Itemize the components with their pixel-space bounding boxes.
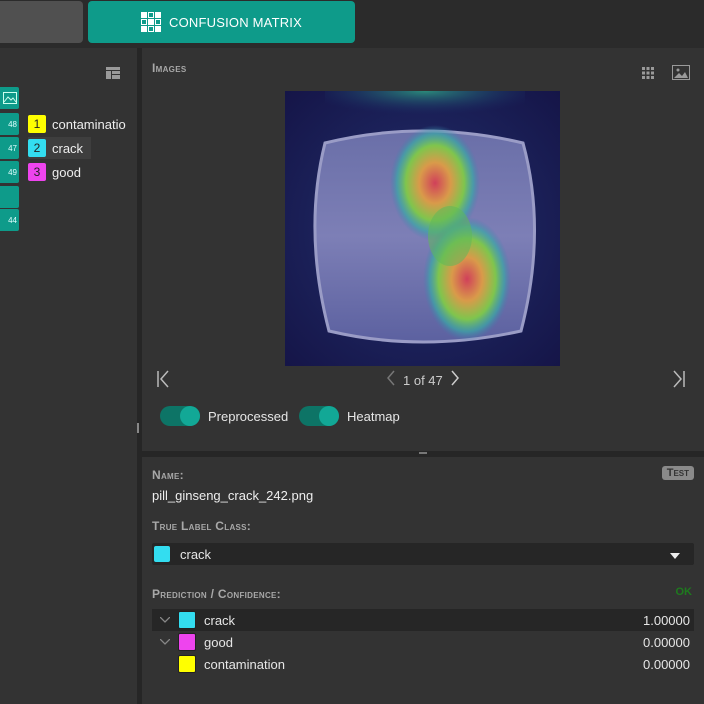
heatmap-label: Heatmap — [347, 408, 400, 424]
heatmap-image — [285, 91, 560, 366]
tile-button-4[interactable] — [0, 186, 19, 208]
grid-icon — [141, 12, 162, 32]
preprocessed-label: Preprocessed — [208, 408, 289, 424]
prediction-title: Prediction / Confidence: — [152, 587, 281, 601]
tile-count: 44 — [8, 215, 17, 225]
prediction-value: 1.00000 — [643, 612, 690, 628]
true-label-select[interactable]: crack — [152, 543, 694, 565]
images-panel: Images 1 of 47 Preprocessed Heatmap — [142, 48, 704, 451]
tile-button-5[interactable]: 44 — [0, 209, 19, 231]
tile-count: 48 — [8, 119, 17, 129]
prediction-swatch — [178, 633, 196, 651]
label-index-badge: 2 — [28, 139, 46, 157]
prediction-row-contamination[interactable]: contamination 0.00000 — [152, 653, 694, 675]
true-label-value: crack — [180, 546, 212, 562]
name-title: Name: — [152, 468, 184, 482]
images-title: Images — [152, 61, 187, 75]
true-label-swatch — [154, 546, 170, 562]
label-index-badge: 1 — [28, 115, 46, 133]
prediction-value: 0.00000 — [643, 634, 690, 650]
label-name: crack — [52, 140, 84, 156]
tile-image-icon[interactable] — [0, 87, 19, 109]
chevron-down-icon[interactable] — [152, 614, 178, 626]
prediction-label: crack — [204, 612, 236, 628]
preprocessed-toggle-group: Preprocessed — [160, 406, 288, 426]
tab-confusion-matrix-label: CONFUSION MATRIX — [169, 14, 302, 30]
prediction-row-good[interactable]: good 0.00000 — [152, 631, 694, 653]
prev-page-icon[interactable] — [386, 370, 396, 389]
heatmap-toggle-group: Heatmap — [299, 406, 400, 426]
top-bar: CONFUSION MATRIX — [0, 0, 704, 48]
file-name: pill_ginseng_crack_242.png — [152, 488, 314, 503]
tab-previous[interactable] — [0, 1, 83, 43]
true-label-title: True Label Class: — [152, 519, 252, 533]
heatmap-toggle[interactable] — [299, 406, 339, 426]
prediction-status: OK — [675, 586, 693, 598]
chevron-down-icon — [670, 547, 680, 562]
layout-icon[interactable] — [106, 67, 120, 82]
label-item-good[interactable]: 3 good — [28, 161, 81, 183]
splitter-handle-icon[interactable] — [419, 452, 427, 454]
prediction-row-crack[interactable]: crack 1.00000 — [152, 609, 694, 631]
tile-count: 47 — [8, 143, 17, 153]
label-name: good — [52, 164, 81, 180]
info-panel: Name: Test pill_ginseng_crack_242.png Tr… — [142, 457, 704, 704]
divider-handle-icon[interactable] — [137, 423, 139, 433]
prediction-label: contamination — [204, 656, 285, 672]
image-view-icon[interactable] — [672, 65, 690, 83]
tile-button-2[interactable]: 47 — [0, 137, 19, 159]
tile-button-1[interactable]: 48 — [0, 113, 19, 135]
label-name: contaminatio — [52, 116, 126, 132]
label-item-crack[interactable]: 2 crack — [28, 137, 92, 159]
split-badge: Test — [661, 466, 694, 480]
label-index-badge: 3 — [28, 163, 46, 181]
grid-view-icon[interactable] — [642, 67, 654, 82]
prediction-swatch — [178, 655, 196, 673]
last-page-icon[interactable] — [672, 370, 686, 391]
chevron-down-icon[interactable] — [152, 636, 178, 648]
prediction-swatch — [178, 611, 196, 629]
preprocessed-toggle[interactable] — [160, 406, 200, 426]
tile-button-3[interactable]: 49 — [0, 161, 19, 183]
first-page-icon[interactable] — [156, 370, 170, 391]
next-page-icon[interactable] — [450, 370, 460, 389]
label-item-contamination[interactable]: 1 contaminatio — [28, 113, 126, 135]
tab-confusion-matrix[interactable]: CONFUSION MATRIX — [88, 1, 355, 43]
pager-text: 1 of 47 — [403, 373, 443, 388]
prediction-value: 0.00000 — [643, 656, 690, 672]
prediction-label: good — [204, 634, 233, 650]
tile-count: 49 — [8, 167, 17, 177]
